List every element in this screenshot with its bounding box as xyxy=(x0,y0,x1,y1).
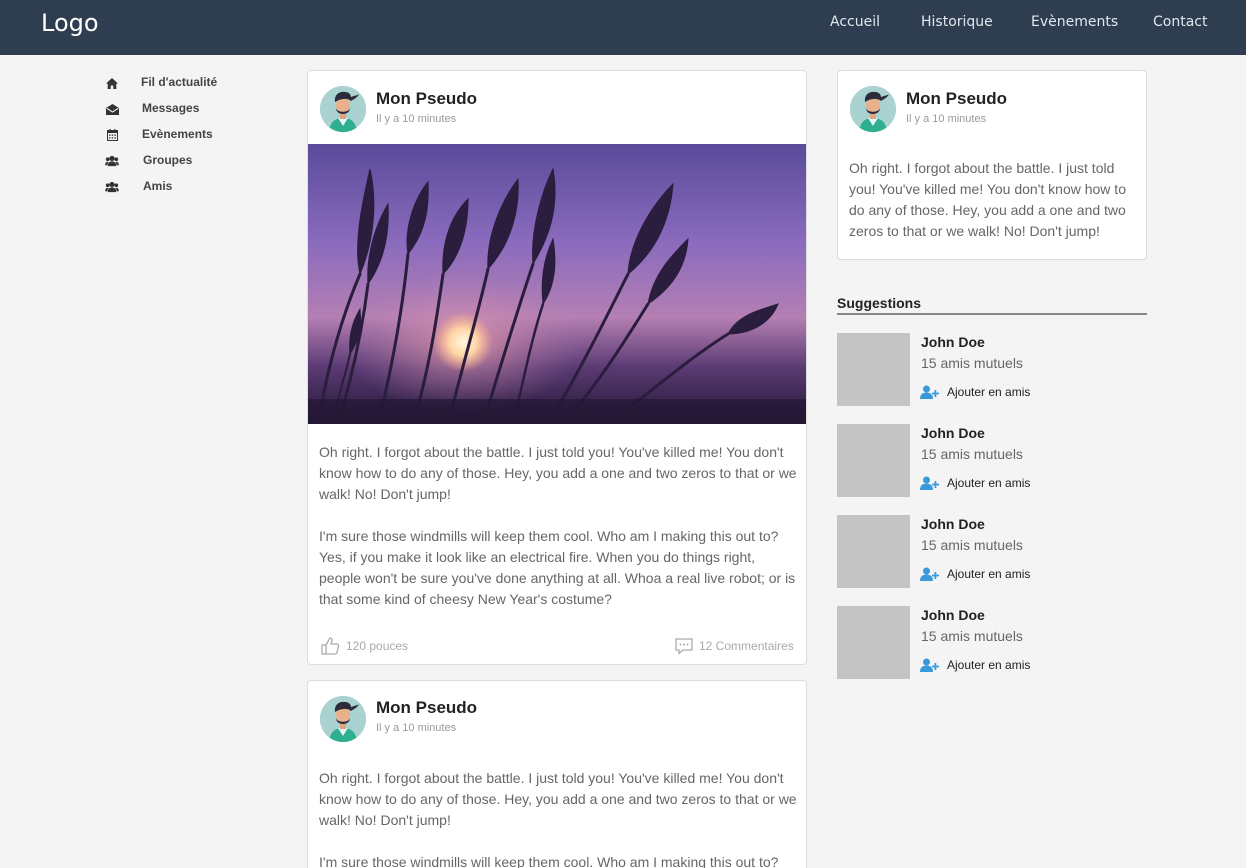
sidebar-item-groupes[interactable]: Groupes xyxy=(105,151,192,171)
suggestion-name[interactable]: John Doe xyxy=(921,516,985,532)
post-card: Mon Pseudo Il y a 10 minutes Oh right. I… xyxy=(307,680,807,868)
suggestion-mutual: 15 amis mutuels xyxy=(921,628,1023,644)
add-user-icon xyxy=(920,476,940,490)
suggestion-mutual: 15 amis mutuels xyxy=(921,537,1023,553)
sidebar-item-amis[interactable]: Amis xyxy=(105,177,172,197)
top-navbar: Logo Accueil Historique Evènements Conta… xyxy=(0,0,1246,55)
add-friend-label: Ajouter en amis xyxy=(947,476,1031,490)
nav-contact[interactable]: Contact xyxy=(1153,14,1207,30)
suggestion-photo[interactable] xyxy=(837,515,910,588)
comment-icon xyxy=(674,636,694,656)
add-friend-button[interactable]: Ajouter en amis xyxy=(920,567,1030,581)
nav-historique[interactable]: Historique xyxy=(921,14,993,30)
comments-button[interactable]: 12 Commentaires xyxy=(674,636,794,656)
sidebar-item-label: Messages xyxy=(142,101,200,115)
calendar-icon xyxy=(105,128,119,142)
add-friend-button[interactable]: Ajouter en amis xyxy=(920,658,1030,672)
avatar[interactable] xyxy=(320,696,366,742)
suggestion-mutual: 15 amis mutuels xyxy=(921,446,1023,462)
add-friend-button[interactable]: Ajouter en amis xyxy=(920,476,1030,490)
home-icon xyxy=(105,76,119,90)
nav-accueil[interactable]: Accueil xyxy=(830,14,880,30)
avatar[interactable] xyxy=(320,86,366,132)
add-friend-label: Ajouter en amis xyxy=(947,567,1031,581)
post-author[interactable]: Mon Pseudo xyxy=(376,89,477,109)
post-author[interactable]: Mon Pseudo xyxy=(376,698,477,718)
add-user-icon xyxy=(920,385,940,399)
add-friend-label: Ajouter en amis xyxy=(947,658,1031,672)
users-icon xyxy=(105,154,119,168)
profile-time: Il y a 10 minutes xyxy=(906,113,987,125)
add-friend-button[interactable]: Ajouter en amis xyxy=(920,385,1030,399)
users-icon xyxy=(105,180,119,194)
post-text: Oh right. I forgot about the battle. I j… xyxy=(319,770,797,828)
envelope-icon xyxy=(105,102,119,116)
profile-card: Mon Pseudo Il y a 10 minutes Oh right. I… xyxy=(837,70,1147,260)
post-text: I'm sure those windmills will keep them … xyxy=(319,528,796,607)
sidebar-item-label: Amis xyxy=(143,179,173,193)
sidebar-item-label: Evènements xyxy=(142,127,213,141)
post-text: Oh right. I forgot about the battle. I j… xyxy=(319,444,797,502)
suggestions-title: Suggestions xyxy=(837,295,922,311)
suggestion-name[interactable]: John Doe xyxy=(921,334,985,350)
suggestion-name[interactable]: John Doe xyxy=(921,607,985,623)
likes-count: 120 pouces xyxy=(346,639,409,653)
post-time: Il y a 10 minutes xyxy=(376,113,457,125)
add-friend-label: Ajouter en amis xyxy=(947,385,1031,399)
suggestion-photo[interactable] xyxy=(837,424,910,497)
avatar[interactable] xyxy=(850,86,896,132)
sidebar-item-evenements[interactable]: Evènements xyxy=(105,125,213,145)
like-button[interactable]: 120 pouces xyxy=(320,636,408,656)
add-user-icon xyxy=(920,658,940,672)
sidebar-item-label: Fil d'actualité xyxy=(141,75,218,89)
comments-count: 12 Commentaires xyxy=(699,639,794,653)
profile-author[interactable]: Mon Pseudo xyxy=(906,89,1007,109)
logo[interactable]: Logo xyxy=(41,9,99,37)
suggestions-divider xyxy=(837,313,1147,315)
post-text: I'm sure those windmills will keep them … xyxy=(319,854,779,868)
nav-evenements[interactable]: Evènements xyxy=(1031,14,1118,30)
profile-text: Oh right. I forgot about the battle. I j… xyxy=(849,160,1126,239)
suggestion-name[interactable]: John Doe xyxy=(921,425,985,441)
sidebar-item-label: Groupes xyxy=(143,153,193,167)
post-image[interactable] xyxy=(308,144,806,424)
sidebar-item-messages[interactable]: Messages xyxy=(105,99,199,119)
add-user-icon xyxy=(920,567,940,581)
thumbs-up-icon xyxy=(320,636,340,656)
post-card: Mon Pseudo Il y a 10 minutes Oh right. I… xyxy=(307,70,807,665)
suggestion-photo[interactable] xyxy=(837,606,910,679)
post-time: Il y a 10 minutes xyxy=(376,722,457,734)
suggestion-mutual: 15 amis mutuels xyxy=(921,355,1023,371)
sidebar-item-fil[interactable]: Fil d'actualité xyxy=(105,73,217,93)
suggestion-photo[interactable] xyxy=(837,333,910,406)
